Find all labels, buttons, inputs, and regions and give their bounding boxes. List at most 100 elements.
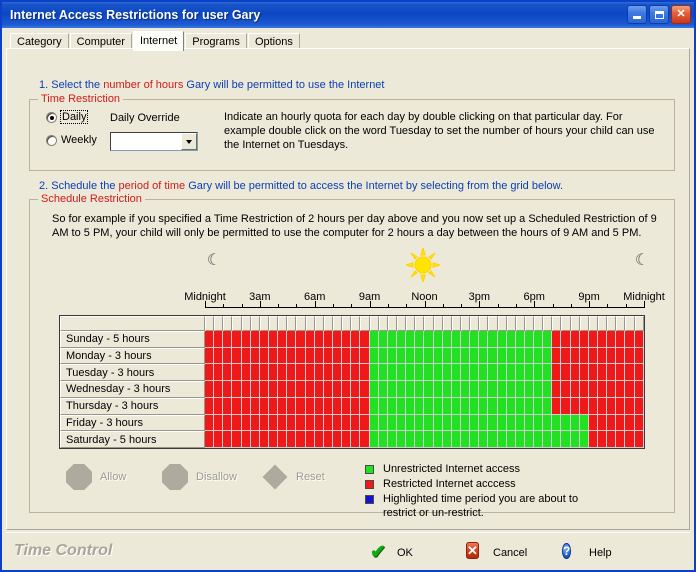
grid-slot[interactable]: [442, 364, 452, 382]
grid-header-slot[interactable]: [442, 316, 452, 331]
grid-slot[interactable]: [424, 364, 434, 382]
grid-slot[interactable]: [232, 431, 242, 448]
grid-slot[interactable]: [360, 347, 370, 365]
grid-slot[interactable]: [433, 414, 443, 432]
grid-slot[interactable]: [250, 364, 260, 382]
grid-header-slot[interactable]: [424, 316, 434, 331]
grid-slot[interactable]: [268, 381, 279, 398]
grid-header-slot[interactable]: [570, 316, 580, 331]
grid-slot[interactable]: [616, 347, 626, 365]
grid-slot[interactable]: [369, 331, 379, 348]
grid-day-label[interactable]: Tuesday - 3 hours: [60, 364, 205, 382]
grid-slot[interactable]: [305, 347, 315, 365]
grid-slot[interactable]: [387, 381, 397, 398]
grid-slot[interactable]: [479, 347, 489, 365]
grid-slot[interactable]: [616, 431, 626, 448]
grid-slot[interactable]: [241, 431, 251, 448]
grid-slot[interactable]: [223, 364, 233, 382]
grid-slot[interactable]: [214, 331, 224, 348]
grid-slot[interactable]: [479, 431, 489, 448]
grid-slot[interactable]: [250, 381, 260, 398]
grid-slot[interactable]: [323, 381, 333, 398]
grid-slot[interactable]: [314, 431, 324, 448]
grid-slot[interactable]: [415, 397, 425, 415]
grid-slot[interactable]: [369, 414, 379, 432]
grid-slot[interactable]: [250, 347, 260, 365]
grid-slot[interactable]: [369, 347, 379, 365]
grid-slot[interactable]: [598, 331, 608, 348]
grid-slot[interactable]: [351, 347, 361, 365]
grid-slot[interactable]: [515, 381, 525, 398]
grid-header-slot[interactable]: [287, 316, 297, 331]
grid-header-slot[interactable]: [268, 316, 279, 331]
grid-slot[interactable]: [387, 431, 397, 448]
grid-slot[interactable]: [543, 381, 553, 398]
grid-slot[interactable]: [342, 364, 352, 382]
grid-slot[interactable]: [214, 414, 224, 432]
grid-slot[interactable]: [634, 331, 644, 348]
grid-day-label[interactable]: Wednesday - 3 hours: [60, 381, 205, 398]
grid-slot[interactable]: [223, 347, 233, 365]
grid-header-slot[interactable]: [479, 316, 489, 331]
grid-slot[interactable]: [268, 414, 279, 432]
grid-slot[interactable]: [579, 397, 589, 415]
grid-header-slot[interactable]: [616, 316, 626, 331]
grid-slot[interactable]: [433, 381, 443, 398]
grid-slot[interactable]: [634, 381, 644, 398]
grid-slot[interactable]: [305, 331, 315, 348]
grid-slot[interactable]: [470, 364, 480, 382]
grid-slot[interactable]: [561, 364, 571, 382]
grid-day-label[interactable]: Sunday - 5 hours: [60, 331, 205, 348]
grid-slot[interactable]: [314, 381, 324, 398]
grid-slot[interactable]: [241, 397, 251, 415]
grid-slot[interactable]: [232, 347, 242, 365]
grid-slot[interactable]: [506, 397, 516, 415]
grid-slot[interactable]: [543, 397, 553, 415]
grid-slot[interactable]: [396, 397, 407, 415]
grid-slot[interactable]: [406, 381, 416, 398]
grid-slot[interactable]: [534, 381, 544, 398]
grid-slot[interactable]: [616, 381, 626, 398]
grid-slot[interactable]: [305, 364, 315, 382]
grid-slot[interactable]: [616, 414, 626, 432]
grid-slot[interactable]: [479, 397, 489, 415]
grid-slot[interactable]: [442, 347, 452, 365]
grid-slot[interactable]: [406, 414, 416, 432]
grid-header-slot[interactable]: [506, 316, 516, 331]
grid-slot[interactable]: [241, 347, 251, 365]
grid-slot[interactable]: [506, 331, 516, 348]
grid-slot[interactable]: [524, 414, 535, 432]
grid-slot[interactable]: [296, 347, 306, 365]
grid-slot[interactable]: [314, 414, 324, 432]
grid-slot[interactable]: [406, 347, 416, 365]
grid-slot[interactable]: [470, 431, 480, 448]
grid-slot[interactable]: [351, 397, 361, 415]
grid-slot[interactable]: [287, 364, 297, 382]
grid-day-label[interactable]: Friday - 3 hours: [60, 414, 205, 432]
grid-header-slot[interactable]: [524, 316, 535, 331]
grid-slot[interactable]: [305, 397, 315, 415]
grid-slot[interactable]: [259, 364, 269, 382]
grid-slot[interactable]: [332, 431, 343, 448]
grid-header-slot[interactable]: [396, 316, 407, 331]
grid-slot[interactable]: [625, 397, 635, 415]
grid-slot[interactable]: [205, 414, 215, 432]
grid-slot[interactable]: [278, 397, 288, 415]
grid-slot[interactable]: [607, 381, 617, 398]
grid-header-slot[interactable]: [323, 316, 333, 331]
grid-slot[interactable]: [625, 347, 635, 365]
grid-slot[interactable]: [378, 331, 388, 348]
grid-slot[interactable]: [268, 347, 279, 365]
grid-header-slot[interactable]: [451, 316, 461, 331]
grid-slot[interactable]: [287, 381, 297, 398]
grid-slot[interactable]: [250, 431, 260, 448]
grid-slot[interactable]: [460, 364, 471, 382]
grid-slot[interactable]: [232, 364, 242, 382]
grid-slot[interactable]: [433, 331, 443, 348]
grid-slot[interactable]: [332, 381, 343, 398]
grid-slot[interactable]: [387, 364, 397, 382]
grid-slot[interactable]: [488, 414, 498, 432]
grid-slot[interactable]: [278, 331, 288, 348]
grid-header-slot[interactable]: [241, 316, 251, 331]
grid-slot[interactable]: [369, 381, 379, 398]
